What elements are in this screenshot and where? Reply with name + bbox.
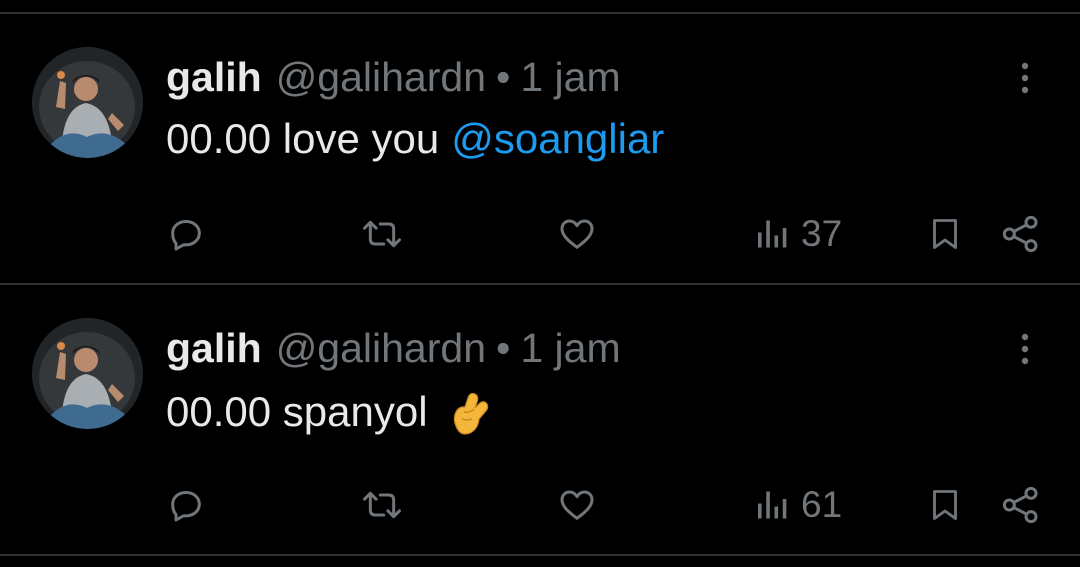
reply-icon <box>171 491 201 522</box>
tweet[interactable]: galih @galihardn • 1 jam 00.00 love you … <box>0 0 1080 270</box>
author-handle[interactable]: @galihardn <box>276 325 486 372</box>
views-button[interactable]: 61 <box>755 483 842 527</box>
retweet-icon <box>363 491 401 519</box>
retweet-icon <box>363 220 401 248</box>
views-count: 37 <box>801 213 843 254</box>
author-name[interactable]: galih <box>166 54 262 101</box>
bookmark-button[interactable] <box>927 212 963 256</box>
retweet-button[interactable] <box>360 212 404 256</box>
more-icon[interactable] <box>1013 60 1037 100</box>
views-icon <box>758 491 787 519</box>
reply-button[interactable] <box>166 483 206 527</box>
author-handle[interactable]: @galihardn <box>276 54 486 101</box>
timestamp[interactable]: 1 jam <box>520 325 620 372</box>
like-button[interactable] <box>556 212 598 256</box>
reply-button[interactable] <box>166 212 206 256</box>
reply-icon <box>171 220 201 251</box>
tweet-header: galih @galihardn • 1 jam <box>166 52 621 102</box>
timestamp[interactable]: 1 jam <box>520 54 620 101</box>
share-icon <box>1002 215 1038 253</box>
like-icon <box>560 490 594 520</box>
separator-dot: • <box>496 53 511 100</box>
avatar[interactable] <box>32 318 143 429</box>
retweet-button[interactable] <box>360 483 404 527</box>
bookmark-icon <box>933 219 957 249</box>
tweet[interactable]: galih @galihardn • 1 jam 00.00 spanyol 6… <box>0 271 1080 541</box>
bottom-divider <box>0 554 1080 556</box>
bookmark-button[interactable] <box>927 483 963 527</box>
more-icon[interactable] <box>1013 331 1037 371</box>
like-button[interactable] <box>556 483 598 527</box>
share-icon <box>1002 486 1038 524</box>
avatar[interactable] <box>32 47 143 158</box>
hand-with-index-finger-and-thumb-crossed-emoji <box>448 386 492 438</box>
mention-link[interactable]: @soangliar <box>451 115 664 163</box>
share-button[interactable] <box>1000 212 1042 256</box>
views-count: 61 <box>801 484 843 525</box>
tweet-text-content: 00.00 love you <box>166 115 440 162</box>
bookmark-icon <box>933 490 957 520</box>
tweet-header: galih @galihardn • 1 jam <box>166 323 621 373</box>
separator-dot: • <box>496 324 511 371</box>
tweet-text: 00.00 spanyol <box>166 386 492 438</box>
like-icon <box>560 219 594 249</box>
tweet-text: 00.00 love you @soangliar <box>166 115 664 163</box>
views-icon <box>758 220 787 248</box>
author-name[interactable]: galih <box>166 325 262 372</box>
share-button[interactable] <box>1000 483 1042 527</box>
tweet-text-content: 00.00 spanyol <box>166 388 428 435</box>
views-button[interactable]: 37 <box>755 212 842 256</box>
